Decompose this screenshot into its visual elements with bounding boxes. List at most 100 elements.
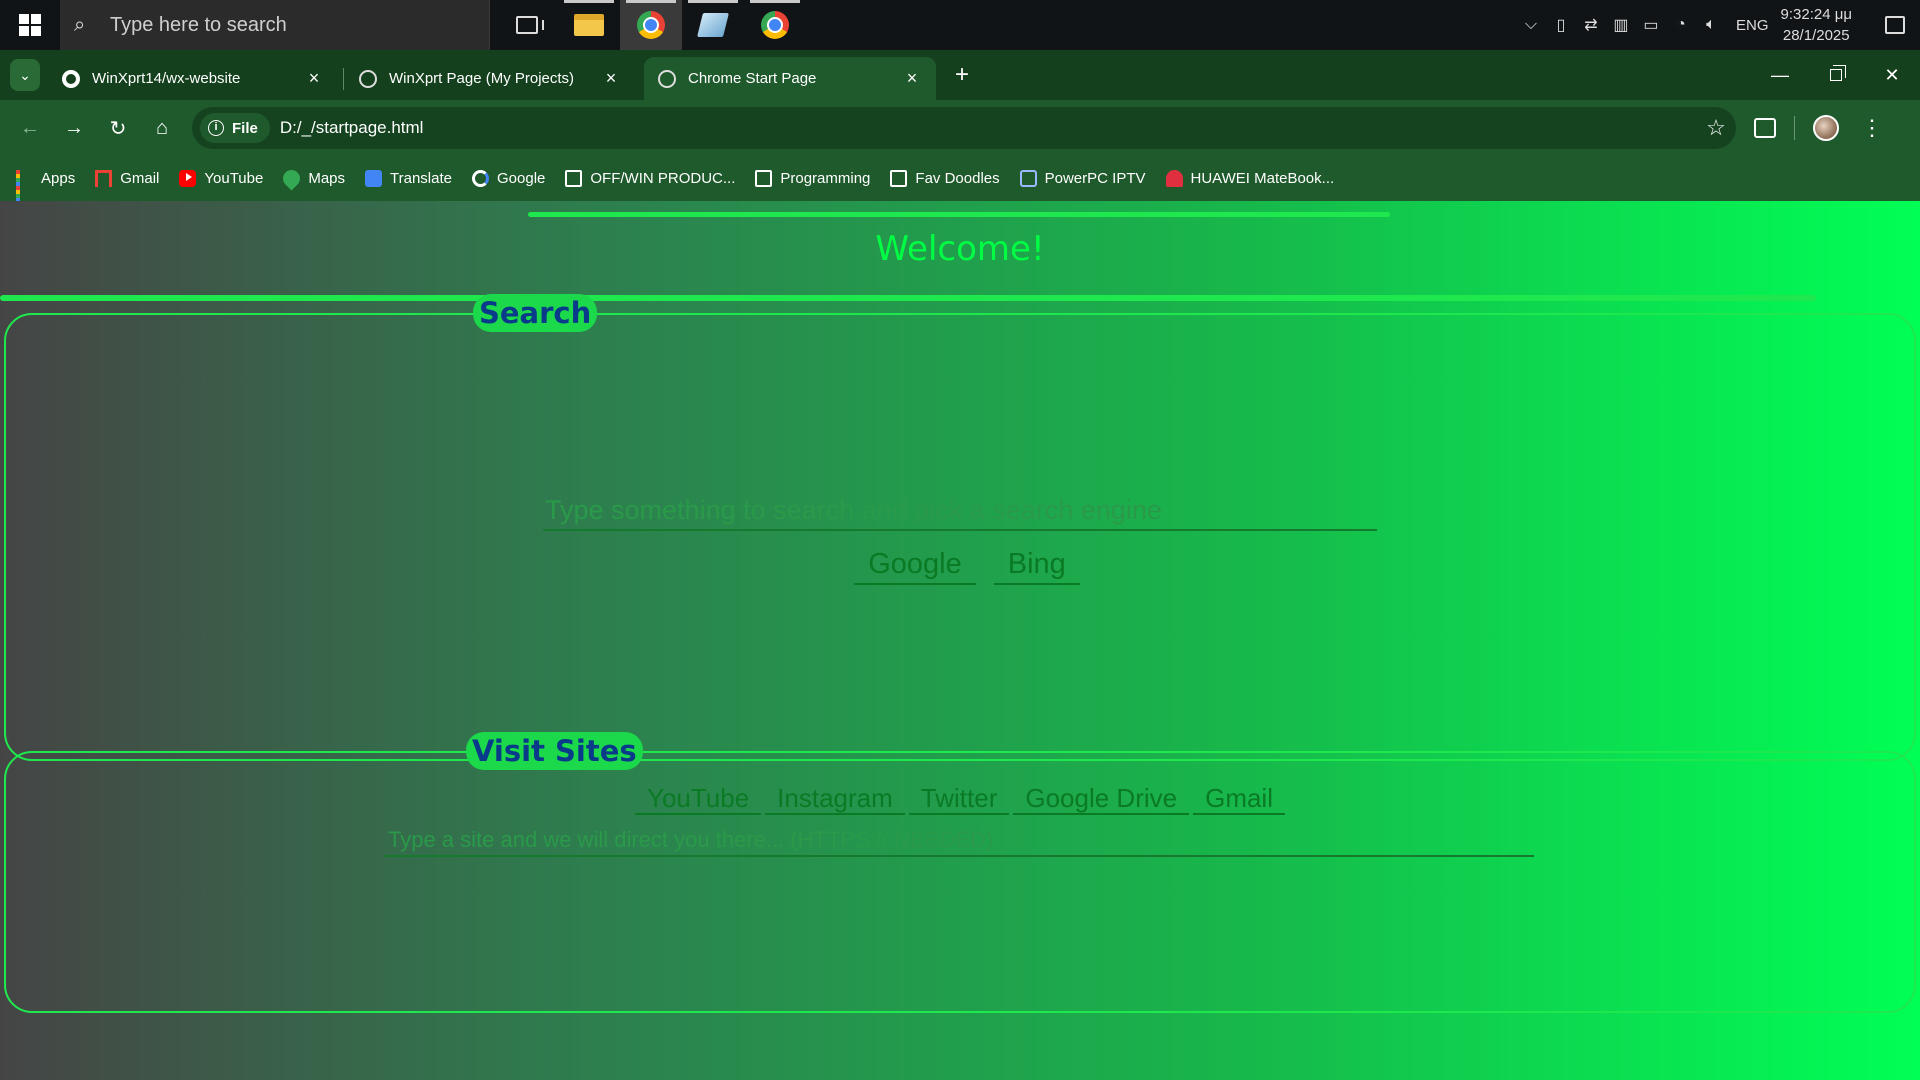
header-divider: [0, 295, 1816, 301]
bookmark-google[interactable]: Google: [472, 170, 545, 187]
start-page: Welcome! Search Google Bing Visit Sites …: [0, 201, 1920, 1080]
bookmark-label: OFF/WIN PRODUC...: [590, 170, 736, 187]
gmail-icon: [95, 170, 113, 187]
bookmark-powerpc-iptv[interactable]: PowerPC IPTV: [1019, 170, 1146, 187]
taskbar-tablet-app[interactable]: [682, 0, 744, 50]
restore-button[interactable]: [1808, 50, 1864, 100]
taskbar-search-placeholder: Type here to search: [110, 13, 287, 36]
bookmark-label: Programming: [780, 170, 871, 187]
site-url-input[interactable]: [384, 825, 1534, 857]
language-indicator[interactable]: ENG: [1736, 17, 1769, 34]
bookmark-label: Gmail: [120, 170, 160, 187]
task-view-button[interactable]: [496, 0, 558, 50]
tab-github[interactable]: WinXprt14/wx-website ×: [48, 57, 338, 100]
home-button[interactable]: ⌂: [140, 108, 184, 148]
reload-icon: ↻: [109, 117, 127, 140]
folder-icon: [755, 170, 773, 187]
windows-taskbar: ⌕ Type here to search ⌵ ▯ ⇄ ▥ ▭ ◔ 🔈︎ ENG…: [0, 0, 1920, 50]
profile-avatar[interactable]: [1813, 115, 1839, 141]
bookmark-gmail[interactable]: Gmail: [95, 170, 159, 187]
file-explorer-icon: [574, 14, 604, 36]
quick-site-links: YouTube Instagram Twitter Google Drive G…: [0, 781, 1920, 815]
usb-drive-icon[interactable]: ▯: [1546, 15, 1576, 35]
taskbar-chrome[interactable]: [620, 0, 682, 50]
close-icon[interactable]: ×: [304, 68, 324, 89]
powerpc-icon: [1019, 170, 1037, 187]
network-switch-icon[interactable]: ⇄: [1576, 15, 1606, 35]
tab-title: WinXprt14/wx-website: [92, 70, 241, 87]
more-menu-icon[interactable]: ⋮: [1861, 115, 1883, 141]
tab-title: Chrome Start Page: [688, 70, 817, 87]
arrow-right-icon: →: [64, 116, 84, 139]
new-tab-button[interactable]: +: [948, 62, 976, 90]
back-button[interactable]: ←: [8, 108, 52, 148]
search-icon: ⌕: [74, 13, 86, 36]
taskbar-file-explorer[interactable]: [558, 0, 620, 50]
toolbar-divider: [1794, 116, 1795, 140]
bookmarks-bar: Apps Gmail YouTube Maps Translate Google…: [0, 156, 1920, 206]
windows-logo-icon: [19, 14, 41, 36]
bookmark-label: YouTube: [204, 170, 264, 187]
site-info-chip[interactable]: i File: [200, 113, 270, 143]
bookmark-maps[interactable]: Maps: [279, 166, 345, 191]
system-tray: ⌵ ▯ ⇄ ▥ ▭ ◔ 🔈︎ ENG 9:32:24 μμ 28/1/2025: [1516, 0, 1920, 50]
bookmark-folder-offwin[interactable]: OFF/WIN PRODUC...: [565, 170, 735, 187]
address-bar[interactable]: i File D:/_/startpage.html ☆: [192, 107, 1736, 149]
site-chip-label: File: [232, 119, 258, 137]
notifications-button[interactable]: [1870, 0, 1920, 50]
taskbar-chrome-2[interactable]: [744, 0, 806, 50]
bing-search-button[interactable]: Bing: [993, 545, 1080, 585]
google-search-button[interactable]: Google: [854, 545, 976, 585]
site-link-youtube[interactable]: YouTube: [635, 781, 762, 815]
site-link-instagram[interactable]: Instagram: [765, 781, 905, 815]
globe-icon: [658, 69, 676, 88]
tab-winxprt-page[interactable]: WinXprt Page (My Projects) ×: [345, 57, 635, 100]
browser-toolbar: ← → ↻ ⌂ i File D:/_/startpage.html ☆ ⋮: [0, 100, 1920, 156]
minimize-button[interactable]: —: [1752, 50, 1808, 100]
taskbar-apps: [496, 0, 806, 50]
bookmark-folder-fav-doodles[interactable]: Fav Doodles: [890, 170, 1000, 187]
bookmark-apps[interactable]: Apps: [16, 170, 76, 206]
folder-icon: [890, 170, 908, 187]
chrome-icon: [637, 11, 665, 39]
bookmark-huawei-matebook[interactable]: HUAWEI MateBook...: [1165, 170, 1334, 187]
taskbar-search-box[interactable]: ⌕ Type here to search: [60, 0, 490, 50]
welcome-heading: Welcome!: [875, 229, 1045, 269]
bookmark-translate[interactable]: Translate: [365, 170, 452, 187]
bookmark-youtube[interactable]: YouTube: [179, 170, 263, 187]
wifi-icon[interactable]: ◔: [1666, 16, 1696, 34]
volume-icon[interactable]: 🔈︎: [1696, 16, 1726, 34]
chevron-up-icon[interactable]: ⌵: [1516, 16, 1546, 34]
extensions-icon[interactable]: [1754, 118, 1776, 138]
bookmark-label: Fav Doodles: [915, 170, 1000, 187]
window-controls: — ✕: [1752, 50, 1920, 100]
bookmark-label: Translate: [390, 170, 452, 187]
site-link-twitter[interactable]: Twitter: [908, 781, 1010, 815]
bookmark-label: Apps: [41, 170, 76, 187]
start-button[interactable]: [0, 0, 60, 50]
close-icon[interactable]: ×: [601, 68, 621, 89]
github-icon: [62, 69, 80, 88]
performance-meter-icon[interactable]: ▥: [1606, 15, 1636, 35]
tab-strip: ⌄ WinXprt14/wx-website × WinXprt Page (M…: [0, 50, 1920, 100]
site-link-gmail[interactable]: Gmail: [1193, 781, 1285, 815]
bookmark-label: PowerPC IPTV: [1044, 170, 1146, 187]
url-text[interactable]: D:/_/startpage.html: [280, 118, 1696, 138]
bookmark-star-icon[interactable]: ☆: [1696, 115, 1736, 141]
site-link-google-drive[interactable]: Google Drive: [1013, 781, 1190, 815]
battery-icon[interactable]: ▭: [1636, 15, 1666, 35]
reload-button[interactable]: ↻: [96, 108, 140, 148]
close-icon[interactable]: ×: [902, 68, 922, 89]
clock[interactable]: 9:32:24 μμ 28/1/2025: [1781, 4, 1853, 46]
tab-chrome-start-page[interactable]: Chrome Start Page ×: [644, 57, 936, 100]
bookmark-label: Google: [497, 170, 546, 187]
search-input[interactable]: [543, 491, 1377, 531]
close-window-button[interactable]: ✕: [1864, 50, 1920, 100]
bookmark-folder-programming[interactable]: Programming: [755, 170, 870, 187]
forward-button[interactable]: →: [52, 108, 96, 148]
youtube-icon: [179, 170, 197, 187]
clock-time: 9:32:24 μμ: [1780, 6, 1853, 23]
translate-icon: [365, 170, 383, 187]
search-fieldset: [4, 313, 1916, 761]
tab-search-button[interactable]: ⌄: [10, 59, 40, 91]
